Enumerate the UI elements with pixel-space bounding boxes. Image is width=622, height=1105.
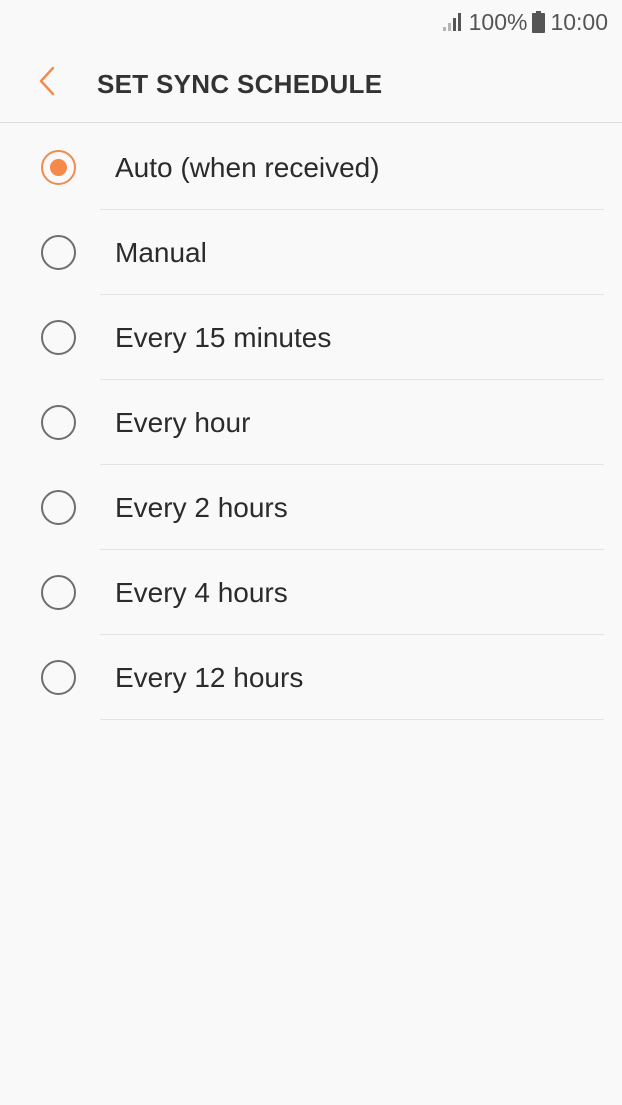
radio-button[interactable] [41,575,76,610]
status-indicators: 100% 10:00 [442,9,608,35]
app-bar: SET SYNC SCHEDULE [0,44,622,123]
option-label: Auto (when received) [115,152,380,183]
radio-button[interactable] [41,660,76,695]
chevron-left-icon [36,65,58,102]
battery-icon [532,11,546,33]
option-label: Every 2 hours [115,492,288,523]
option-label: Every 15 minutes [115,322,332,353]
option-every-15-minutes[interactable]: Every 15 minutes [0,295,622,380]
option-every-hour[interactable]: Every hour [0,380,622,465]
radio-button[interactable] [41,235,76,270]
page-title: SET SYNC SCHEDULE [97,69,383,99]
radio-button[interactable] [41,490,76,525]
radio-button[interactable] [41,405,76,440]
divider [100,719,604,720]
option-manual[interactable]: Manual [0,210,622,295]
option-label: Manual [115,237,207,268]
clock: 10:00 [550,8,608,35]
radio-button[interactable] [41,320,76,355]
option-auto[interactable]: Auto (when received) [0,125,622,210]
back-button[interactable] [22,58,72,108]
signal-icon [442,12,464,32]
option-every-4-hours[interactable]: Every 4 hours [0,550,622,635]
option-every-12-hours[interactable]: Every 12 hours [0,635,622,720]
option-label: Every 4 hours [115,577,288,608]
option-label: Every hour [115,407,251,438]
status-bar: 100% 10:00 [0,0,622,44]
radio-button[interactable] [41,150,76,185]
option-every-2-hours[interactable]: Every 2 hours [0,465,622,550]
sync-schedule-options: Auto (when received) Manual Every 15 min… [0,125,622,720]
battery-percent: 100% [468,8,528,35]
option-label: Every 12 hours [115,662,304,693]
